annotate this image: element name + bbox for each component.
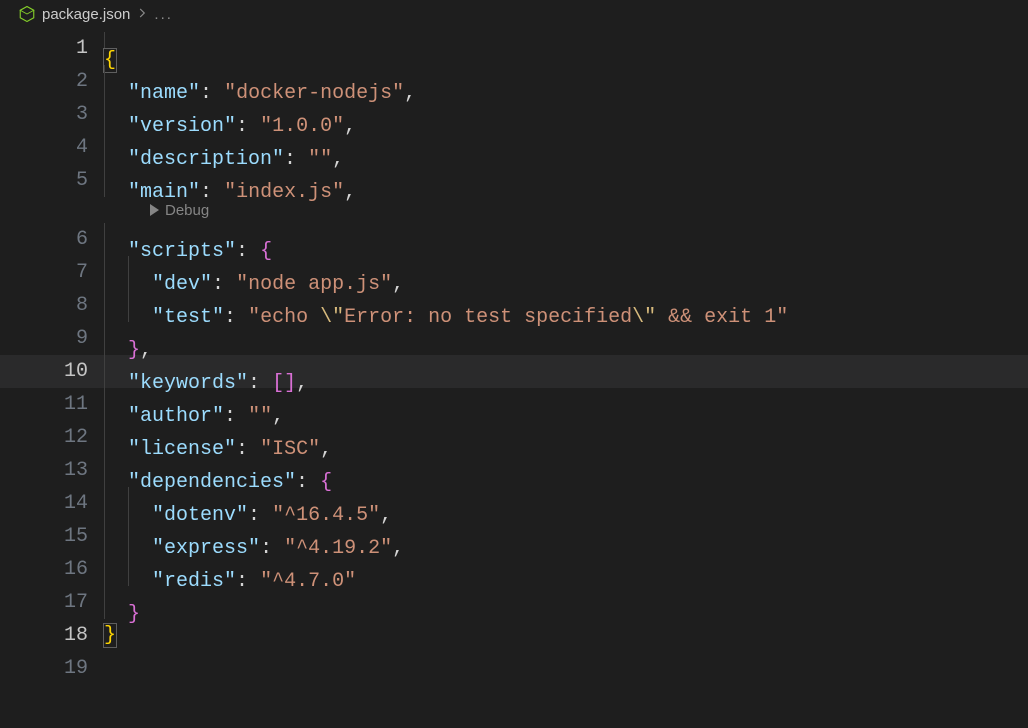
line-number: 2: [0, 65, 104, 98]
code-line[interactable]: 3 "version": "1.0.0",: [0, 98, 1028, 131]
line-number: 17: [0, 586, 104, 619]
code-line[interactable]: 1 {: [0, 32, 1028, 65]
json-string: "index.js": [224, 181, 344, 204]
code-line[interactable]: 17 }: [0, 586, 1028, 619]
line-number: 7: [0, 256, 104, 289]
line-number: 19: [0, 652, 104, 685]
breadcrumb-ellipsis[interactable]: ...: [154, 6, 173, 23]
line-number: 16: [0, 553, 104, 586]
line-number: 8: [0, 289, 104, 322]
json-key: "main": [128, 181, 200, 204]
code-line[interactable]: 19: [0, 652, 1028, 685]
line-number: 9: [0, 322, 104, 355]
code-line[interactable]: 5 "main": "index.js",: [0, 164, 1028, 197]
line-number: 14: [0, 487, 104, 520]
code-line[interactable]: 15 "express": "^4.19.2",: [0, 520, 1028, 553]
nodejs-file-icon: [18, 5, 36, 23]
code-line[interactable]: 4 "description": "",: [0, 131, 1028, 164]
code-line[interactable]: 6 "scripts": {: [0, 223, 1028, 256]
code-line[interactable]: 11 "author": "",: [0, 388, 1028, 421]
code-line[interactable]: 10 "keywords": [],: [0, 355, 1028, 388]
line-number: 5: [0, 164, 104, 197]
code-editor[interactable]: 1 { 2 "name": "docker-nodejs", 3 "versio…: [0, 28, 1028, 685]
code-line[interactable]: 18 }: [0, 619, 1028, 652]
line-number: 12: [0, 421, 104, 454]
line-number: 10: [0, 355, 104, 388]
breadcrumb[interactable]: package.json ...: [0, 0, 1028, 28]
code-line[interactable]: 14 "dotenv": "^16.4.5",: [0, 487, 1028, 520]
line-number: 6: [0, 223, 104, 256]
line-number: 4: [0, 131, 104, 164]
line-number: 13: [0, 454, 104, 487]
code-line[interactable]: 2 "name": "docker-nodejs",: [0, 65, 1028, 98]
code-line[interactable]: 7 "dev": "node app.js",: [0, 256, 1028, 289]
code-line[interactable]: 13 "dependencies": {: [0, 454, 1028, 487]
line-number: 18: [0, 619, 104, 652]
code-line[interactable]: 9 },: [0, 322, 1028, 355]
breadcrumb-filename[interactable]: package.json: [42, 6, 130, 23]
line-number: 3: [0, 98, 104, 131]
line-number: 15: [0, 520, 104, 553]
close-brace: }: [103, 623, 117, 648]
line-number: 11: [0, 388, 104, 421]
code-line[interactable]: 16 "redis": "^4.7.0": [0, 553, 1028, 586]
code-line[interactable]: 8 "test": "echo \"Error: no test specifi…: [0, 289, 1028, 322]
code-line[interactable]: 12 "license": "ISC",: [0, 421, 1028, 454]
chevron-right-icon: [136, 6, 148, 23]
line-number: 1: [0, 32, 104, 65]
